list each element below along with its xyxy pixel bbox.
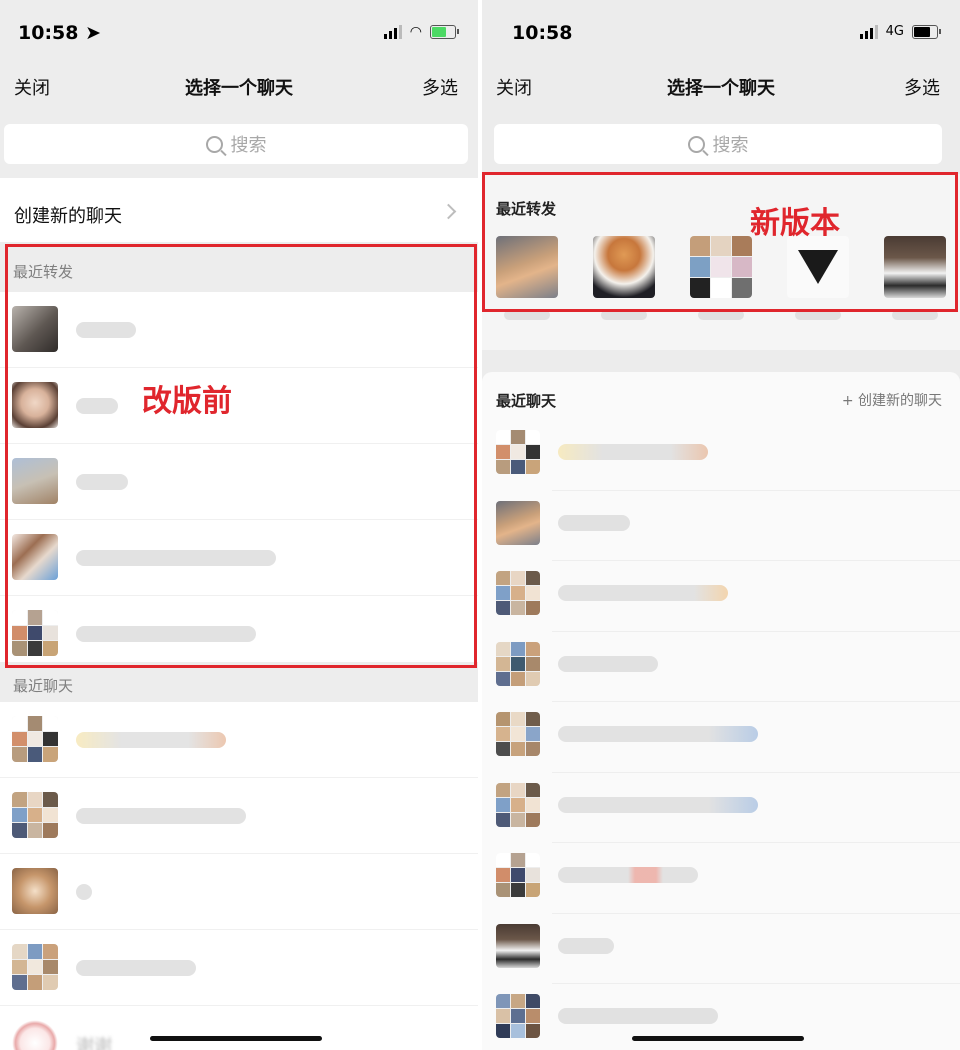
blurred-chat-name <box>76 808 246 824</box>
search-icon <box>687 135 705 153</box>
list-item[interactable] <box>0 702 478 778</box>
list-item[interactable] <box>482 420 960 491</box>
status-bar: 10:58 ➤ ◠ <box>0 0 478 62</box>
create-new-chat-label: 创建新的聊天 <box>14 206 122 227</box>
list-item[interactable] <box>482 561 960 632</box>
status-icons: ◠ <box>383 24 459 40</box>
blurred-chat-name <box>558 585 728 601</box>
avatar <box>12 868 58 914</box>
avatar <box>12 792 58 838</box>
avatar <box>496 712 540 756</box>
bottom-row-text: 谢谢 <box>76 1036 112 1050</box>
list-item[interactable] <box>482 843 960 914</box>
list-item[interactable] <box>482 702 960 773</box>
home-indicator <box>150 1036 322 1041</box>
battery-charging-icon <box>430 25 459 39</box>
highlight-box <box>482 172 958 312</box>
avatar <box>496 853 540 897</box>
phone-before: 10:58 ➤ ◠ 关闭 选择一个聊天 多选 搜索 创建新的聊天 最近转发 最近… <box>0 0 478 1050</box>
search-placeholder: 搜索 <box>230 135 267 156</box>
navigation-bar: 关闭 选择一个聊天 多选 <box>482 62 960 112</box>
blurred-chat-name <box>558 1008 718 1024</box>
recent-chats-label: 最近聊天 <box>496 392 557 410</box>
list-item[interactable] <box>482 632 960 702</box>
avatar <box>12 1020 58 1050</box>
annotation-new: 新版本 <box>750 206 840 241</box>
blurred-chat-name <box>558 937 614 954</box>
list-item[interactable]: 谢谢 <box>0 1006 478 1050</box>
location-arrow-icon: ➤ <box>85 22 102 44</box>
blurred-chat-name <box>558 726 758 742</box>
signal-icon <box>383 25 402 39</box>
wifi-icon: ◠ <box>409 24 422 40</box>
avatar <box>496 571 540 615</box>
highlight-box <box>5 244 477 668</box>
status-bar: 10:58 4G <box>482 0 960 62</box>
blurred-chat-name <box>76 960 196 976</box>
chevron-right-icon <box>440 203 457 220</box>
recent-chats-header: 最近聊天 <box>0 662 478 706</box>
search-icon <box>205 135 223 153</box>
search-input[interactable]: 搜索 <box>494 124 942 164</box>
blurred-chat-name <box>76 732 226 748</box>
avatar <box>496 782 540 827</box>
navigation-bar: 关闭 选择一个聊天 多选 <box>0 62 478 112</box>
status-icons: 4G <box>859 24 941 39</box>
blurred-chat-name <box>558 867 698 883</box>
signal-icon <box>859 24 878 39</box>
recent-chats-label: 最近聊天 <box>13 677 74 695</box>
blurred-chat-name <box>76 884 92 900</box>
recent-chats-list <box>482 420 960 1050</box>
blurred-chat-name <box>558 655 658 672</box>
multi-select-button[interactable]: 多选 <box>422 74 458 100</box>
status-time: 10:58 <box>512 22 573 44</box>
avatar <box>12 944 58 990</box>
recent-chats-list: 谢谢 <box>0 702 478 1050</box>
list-item[interactable] <box>482 914 960 984</box>
page-title: 选择一个聊天 <box>185 78 293 99</box>
multi-select-button[interactable]: 多选 <box>904 74 940 100</box>
blurred-chat-name <box>558 444 708 460</box>
list-item[interactable] <box>0 930 478 1006</box>
battery-icon <box>912 24 941 39</box>
list-item[interactable] <box>0 854 478 930</box>
recent-chats-card: 最近聊天 + 创建新的聊天 <box>482 372 960 1050</box>
list-item[interactable] <box>482 491 960 561</box>
network-label: 4G <box>885 24 904 39</box>
avatar <box>496 430 540 474</box>
home-indicator <box>632 1036 804 1041</box>
phone-after: 10:58 4G 关闭 选择一个聊天 多选 搜索 最近转发 新版本 最近聊天 +… <box>482 0 960 1050</box>
page-title: 选择一个聊天 <box>667 78 775 99</box>
avatar <box>12 716 58 762</box>
blurred-chat-name <box>558 796 758 813</box>
create-new-chat-row[interactable]: 创建新的聊天 <box>0 178 478 242</box>
avatar <box>496 641 540 686</box>
search-placeholder: 搜索 <box>712 135 749 156</box>
search-input[interactable]: 搜索 <box>4 124 468 164</box>
status-time: 10:58 ➤ <box>18 22 102 44</box>
avatar <box>496 500 540 545</box>
avatar <box>496 923 540 968</box>
annotation-before: 改版前 <box>142 384 232 419</box>
list-item[interactable] <box>482 773 960 843</box>
blurred-chat-name <box>558 514 630 531</box>
list-item[interactable] <box>0 778 478 854</box>
avatar <box>496 994 540 1038</box>
create-new-chat-button[interactable]: + 创建新的聊天 <box>842 390 942 410</box>
